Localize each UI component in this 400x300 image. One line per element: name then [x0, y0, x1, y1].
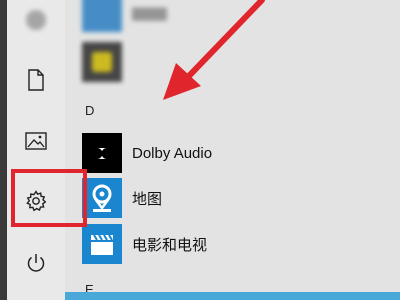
user-avatar[interactable] — [7, 0, 65, 40]
power-icon — [27, 254, 45, 272]
left-window-edge — [0, 0, 7, 300]
app-row-blurred-2[interactable] — [82, 42, 122, 82]
app-dolby[interactable]: Dolby Audio — [82, 133, 212, 173]
app-list: ▆▆▆ D Dolby Audio 地图 电影和电视 E — [65, 0, 400, 300]
rail-documents[interactable] — [7, 60, 65, 100]
clapperboard-icon — [82, 224, 122, 264]
app-tile — [82, 0, 122, 32]
app-tile — [82, 42, 122, 82]
dolby-icon — [82, 133, 122, 173]
maps-icon — [82, 178, 122, 218]
settings-highlight-box — [11, 169, 87, 227]
user-icon — [26, 10, 46, 30]
app-label: 地图 — [132, 190, 163, 208]
app-maps[interactable]: 地图 — [82, 178, 162, 218]
app-label-blurred: ▆▆▆ — [132, 4, 167, 21]
app-movies-tv[interactable]: 电影和电视 — [82, 224, 207, 264]
rail-power[interactable] — [7, 243, 65, 283]
app-label: Dolby Audio — [132, 144, 213, 162]
app-row-blurred-1[interactable]: ▆▆▆ — [82, 0, 167, 32]
document-icon — [28, 69, 44, 91]
pictures-icon — [25, 132, 47, 150]
start-menu-rail — [7, 0, 65, 300]
taskbar-strip — [65, 292, 400, 300]
rail-pictures[interactable] — [7, 121, 65, 161]
section-header-d[interactable]: D — [85, 103, 94, 118]
app-label: 电影和电视 — [132, 236, 208, 254]
